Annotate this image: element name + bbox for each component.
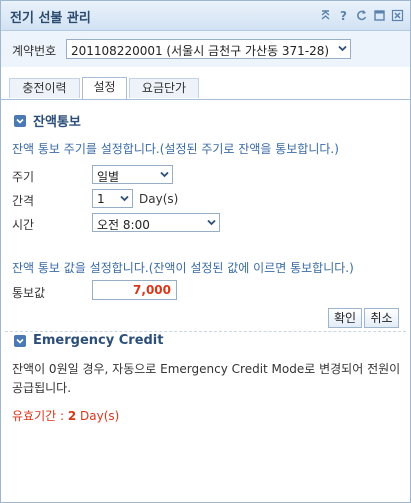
validity-unit: Day(s) [80,409,120,423]
contract-label: 계약번호 [12,44,57,58]
cancel-button[interactable]: 취소 [364,308,399,328]
balance-notice-header[interactable]: 잔액통보 [14,111,81,130]
confirm-button[interactable]: 확인 [328,308,362,328]
time-select-value: 오전 8:00 [97,218,150,232]
emergency-title: Emergency Credit [33,333,164,348]
cycle-select[interactable]: 일별 [92,165,173,184]
chevron-down-icon [207,219,216,226]
collapse-icon[interactable] [319,9,332,22]
tab-charge-history[interactable]: 충전이력 [9,78,80,98]
tab-rate[interactable]: 요금단가 [129,78,199,98]
svg-text:?: ? [340,9,347,22]
contract-select[interactable]: 201108220001 (서울시 금천구 가산동 371-28) [66,39,351,59]
refresh-icon[interactable] [355,9,368,22]
time-select[interactable]: 오전 8:00 [92,213,220,232]
interval-label: 간격 [12,194,35,208]
collapse-section-icon [14,114,26,127]
chevron-down-icon [120,195,129,202]
title-bar-icons: ? [319,9,404,22]
tab-bar: 충전이력 설정 요금단가 [1,75,410,100]
title-bar: 전기 선불 관리 ? [1,1,410,31]
help-icon[interactable]: ? [337,9,350,22]
prepaid-widget: 전기 선불 관리 ? 계약번호 201108220001 (서울시 금천구 가산… [0,0,411,503]
amount-input[interactable]: 7,000 [92,280,177,300]
emergency-description: 잔액이 0원일 경우, 자동으로 Emergency Credit Mode로 … [12,362,401,395]
validity-label: 유효기간 : [12,409,65,423]
tab-settings[interactable]: 설정 [82,77,127,99]
maximize-icon[interactable] [373,9,386,22]
window-title: 전기 선불 관리 [10,11,91,26]
time-label: 시간 [12,218,35,232]
section-divider [5,331,406,332]
validity-value: 2 [67,409,77,423]
emergency-header[interactable]: Emergency Credit [14,333,163,348]
interval-unit: Day(s) [139,192,179,206]
contract-select-value: 201108220001 (서울시 금천구 가산동 371-28) [71,44,330,58]
validity-line: 유효기간 : 2 Day(s) [12,407,119,424]
interval-select-value: 1 [97,192,105,206]
close-icon[interactable] [391,9,404,22]
collapse-section-icon [14,334,26,347]
chevron-down-icon [338,45,347,52]
cycle-label: 주기 [12,170,35,184]
amount-info-text: 잔액 통보 값을 설정합니다.(잔액이 설정된 값에 이르면 통보합니다.) [12,261,354,275]
cycle-info-text: 잔액 통보 주기를 설정합니다.(설정된 주기로 잔액을 통보합니다.) [12,142,339,156]
chevron-down-icon [160,171,169,178]
interval-select[interactable]: 1 [92,189,133,208]
cycle-select-value: 일별 [97,170,120,184]
amount-label: 통보값 [12,286,46,300]
balance-notice-title: 잔액통보 [33,115,81,130]
contract-bar: 계약번호 201108220001 (서울시 금천구 가산동 371-28) [1,31,410,67]
